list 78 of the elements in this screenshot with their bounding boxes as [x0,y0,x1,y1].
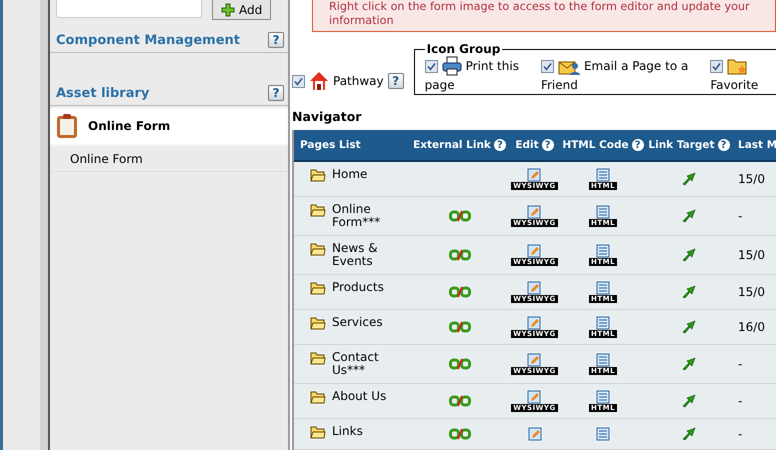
help-icon[interactable]: ? [268,32,284,48]
checkbox[interactable] [540,60,554,72]
house-icon [309,71,329,91]
option-label: Print this [466,59,519,73]
folder-icon [310,281,326,295]
date-text: 15/0 [738,172,765,186]
date-text: 16/0 [738,320,765,334]
chain-link-icon[interactable] [448,321,470,333]
date-text: - [738,394,742,408]
help-icon[interactable]: ? [494,139,506,151]
splitter-bar[interactable] [40,0,50,450]
page-name[interactable]: Links [332,425,394,438]
option-label: Favorite [710,78,758,92]
checkbox[interactable] [292,74,305,88]
chain-link-icon[interactable] [448,395,470,407]
help-icon[interactable]: ? [718,139,730,151]
group-title: Icon Group [426,42,502,56]
notice-message: Right click on the form image to access to the form editor and update your information [312,0,776,32]
folder-icon [310,316,326,330]
arrow-icon[interactable] [682,320,696,334]
plus-icon [221,2,235,16]
page-name[interactable]: Services [332,316,394,329]
printer-icon [442,56,462,76]
arrow-icon[interactable] [682,285,696,299]
clipboard-icon [56,113,78,139]
page-name[interactable]: Contact Us*** [332,351,394,377]
chain-link-icon[interactable] [448,286,470,298]
chain-link-icon[interactable] [448,210,470,222]
option-label: page [424,78,456,92]
chain-link-icon[interactable] [448,428,470,440]
arrow-icon[interactable] [682,427,696,441]
section-title: Navigator [292,109,362,124]
folder-icon [310,168,326,182]
checkbox[interactable] [424,60,438,72]
column-header: Link Target [648,139,715,151]
html-code-icon[interactable] [596,427,610,441]
section-title: Asset library [56,86,150,100]
date-text: 15/0 [738,248,765,262]
folder-icon [310,390,326,404]
add-button[interactable]: Add [212,0,272,20]
page-name[interactable]: News & Events [332,242,394,268]
help-icon[interactable]: ? [388,73,404,89]
column-header: Edit [515,139,539,151]
option-label: Friend [540,78,579,92]
help-icon[interactable]: ? [632,139,644,151]
section-title: Component Management [56,32,240,48]
column-header: Pages List [300,139,361,151]
folder-icon [310,425,326,439]
help-icon[interactable]: ? [542,139,554,151]
wysiwyg-edit-icon[interactable] [528,427,542,441]
page-name[interactable]: Home [332,168,394,181]
search-field[interactable] [56,0,202,18]
arrow-icon[interactable] [682,357,696,371]
date-text: 15/0 [738,285,765,299]
asset-title: Online Form [88,119,170,133]
chain-link-icon[interactable] [448,358,470,370]
option-label: Email a Page to a [584,59,688,73]
page-name[interactable]: Online Form*** [332,203,394,229]
arrow-icon[interactable] [682,172,696,186]
folder-icon [310,351,326,365]
column-header: External Link [413,139,491,151]
date-text: - [738,209,742,223]
folder-icon [310,242,326,256]
date-text: - [738,427,742,441]
help-icon[interactable]: ? [268,85,284,101]
column-header: Last M [738,139,776,151]
page-name[interactable]: About Us [332,390,394,403]
arrow-icon[interactable] [682,209,696,223]
arrow-icon[interactable] [682,394,696,408]
asset-item[interactable]: Online Form [50,144,288,172]
folder-icon [310,203,326,217]
checkbox[interactable] [710,60,724,72]
date-text: - [738,357,742,371]
pathway-label: Pathway [333,74,384,88]
arrow-icon[interactable] [682,248,696,262]
column-header: HTML Code [562,139,629,151]
chain-link-icon[interactable] [448,249,470,261]
page-name[interactable]: Products [332,281,394,294]
